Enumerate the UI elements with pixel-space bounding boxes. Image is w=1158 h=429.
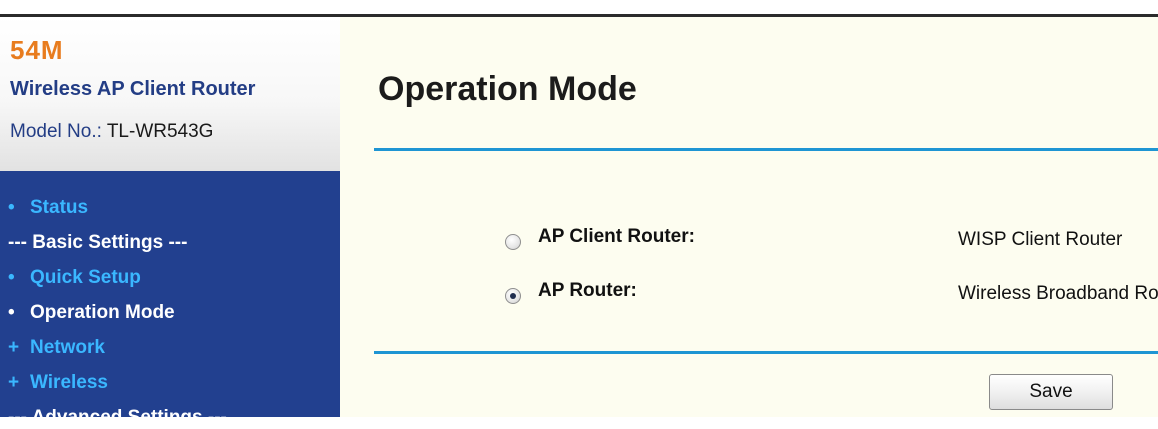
radio-selected-dot (510, 293, 516, 299)
sidebar-item-label: Quick Setup (30, 267, 141, 288)
brand-product-name: Wireless AP Client Router (10, 78, 256, 100)
sidebar-item-status[interactable]: • Status (8, 197, 88, 219)
page-title: Operation Mode (378, 70, 637, 108)
title-divider (374, 148, 1158, 151)
option-label: AP Client Router: (538, 226, 695, 247)
sidebar-section-label: --- Advanced Settings --- (8, 407, 227, 428)
option-label: AP Router: (538, 280, 637, 301)
brand-header: 54M Wireless AP Client Router Model No.:… (0, 17, 340, 171)
sidebar-section-advanced-settings: --- Advanced Settings --- (8, 407, 227, 429)
sidebar-item-label: Network (30, 337, 105, 358)
sidebar-nav: • Status --- Basic Settings --- • Quick Se… (0, 171, 340, 428)
bullet-icon: • (8, 197, 15, 218)
sidebar-section-basic-settings: --- Basic Settings --- (8, 232, 187, 254)
brand-model: Model No.: TL-WR543G (10, 121, 213, 143)
expand-plus-icon: + (8, 337, 20, 358)
sidebar-item-operation-mode[interactable]: • Operation Mode (8, 302, 175, 324)
sidebar: 54M Wireless AP Client Router Model No.:… (0, 17, 340, 428)
save-button[interactable]: Save (989, 374, 1113, 410)
bullet-icon: • (8, 302, 15, 323)
sidebar-item-quick-setup[interactable]: • Quick Setup (8, 267, 141, 289)
sidebar-item-wireless[interactable]: + Wireless (8, 372, 108, 394)
option-description: WISP Client Router (958, 229, 1123, 250)
model-label: Model No.: (10, 121, 102, 142)
form-divider (374, 351, 1158, 354)
ap-client-router-radio[interactable] (505, 234, 521, 250)
expand-plus-icon: + (8, 372, 20, 393)
sidebar-item-label: Wireless (30, 372, 108, 393)
sidebar-item-label: Status (30, 197, 89, 218)
main-content: Operation Mode AP Client Router: WISP Cl… (340, 17, 1158, 417)
sidebar-item-label: Operation Mode (30, 302, 175, 323)
option-description: Wireless Broadband Router (958, 283, 1158, 304)
ap-router-radio[interactable] (505, 288, 521, 304)
sidebar-section-label: --- Basic Settings --- (8, 232, 188, 253)
model-value: TL-WR543G (106, 121, 214, 142)
bullet-icon: • (8, 267, 15, 288)
brand-speed: 54M (10, 35, 64, 65)
sidebar-item-network[interactable]: + Network (8, 337, 105, 359)
